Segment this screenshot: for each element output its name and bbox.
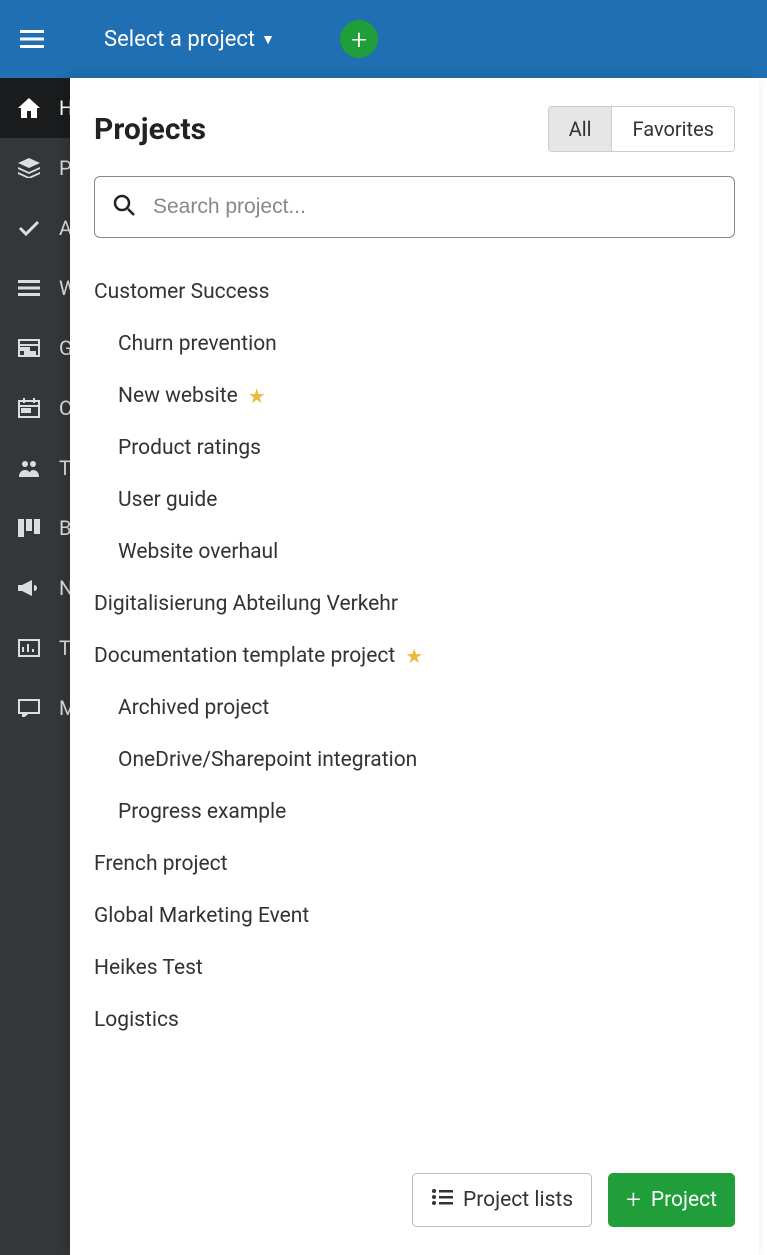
check-icon <box>17 219 41 237</box>
sidebar-item-messages[interactable]: M <box>0 678 70 738</box>
project-item[interactable]: Documentation template project ★ <box>94 630 735 682</box>
sidebar-item-label: A <box>59 216 70 240</box>
project-item-label: Archived project <box>118 696 269 720</box>
team-icon <box>17 459 41 477</box>
project-selector[interactable]: Select a project ▼ <box>104 27 275 52</box>
sidebar-item-calendar[interactable]: C <box>0 378 70 438</box>
new-project-button[interactable]: + Project <box>608 1173 735 1227</box>
sidebar: H P A W G C T B N T M <box>0 78 70 1255</box>
sidebar-item-label: T <box>59 456 70 480</box>
project-item-label: Digitalisierung Abteilung Verkehr <box>94 592 398 616</box>
topbar: Select a project ▼ + <box>0 0 767 78</box>
plus-icon: + <box>626 1185 641 1215</box>
popover-header: Projects All Favorites <box>70 78 759 164</box>
project-item[interactable]: Global Marketing Event <box>94 890 735 942</box>
list-icon <box>17 280 41 296</box>
project-item-label: Website overhaul <box>118 540 278 564</box>
search-icon <box>113 194 135 220</box>
chart-icon <box>17 639 41 657</box>
menu-toggle[interactable] <box>20 30 44 48</box>
search-input[interactable] <box>153 195 716 219</box>
sidebar-item-label: W <box>59 276 70 300</box>
project-item-label: Global Marketing Event <box>94 904 309 928</box>
project-item[interactable]: French project <box>94 838 735 890</box>
project-item-label: Heikes Test <box>94 956 203 980</box>
sidebar-item-time[interactable]: T <box>0 618 70 678</box>
sidebar-item-gantt[interactable]: G <box>0 318 70 378</box>
filter-tab-all[interactable]: All <box>549 107 613 151</box>
project-item-label: Progress example <box>118 800 286 824</box>
project-item[interactable]: Digitalisierung Abteilung Verkehr <box>94 578 735 630</box>
star-icon: ★ <box>248 384 266 408</box>
board-icon <box>17 519 41 537</box>
projects-popover: Projects All Favorites Customer SuccessC… <box>70 78 759 1255</box>
sidebar-item-work[interactable]: W <box>0 258 70 318</box>
sidebar-item-projects[interactable]: P <box>0 138 70 198</box>
hamburger-icon <box>20 30 44 48</box>
project-list: Customer Success Churn prevention New webs… <box>70 252 759 1157</box>
sidebar-item-boards[interactable]: B <box>0 498 70 558</box>
project-item-label: Customer Success <box>94 280 269 304</box>
new-project-label: Project <box>651 1188 717 1212</box>
sidebar-item-label: M <box>59 696 70 720</box>
project-item[interactable]: Churn prevention <box>94 318 735 370</box>
plus-icon: + <box>351 23 367 56</box>
sidebar-item-label: P <box>59 156 70 180</box>
search-box[interactable] <box>94 176 735 238</box>
project-item[interactable]: New website ★ <box>94 370 735 422</box>
project-item[interactable]: Progress example <box>94 786 735 838</box>
megaphone-icon <box>17 579 41 597</box>
filter-tabs: All Favorites <box>548 106 735 152</box>
project-selector-label: Select a project <box>104 27 255 52</box>
sidebar-item-label: C <box>59 396 70 420</box>
popover-footer: Project lists + Project <box>70 1157 759 1255</box>
star-icon: ★ <box>405 644 423 668</box>
project-item[interactable]: Website overhaul <box>94 526 735 578</box>
project-lists-button[interactable]: Project lists <box>412 1173 592 1227</box>
project-item-label: Churn prevention <box>118 332 277 356</box>
project-item[interactable]: Logistics <box>94 994 735 1046</box>
project-lists-label: Project lists <box>463 1188 573 1212</box>
search-wrap <box>70 164 759 252</box>
calendar-icon <box>17 398 41 418</box>
project-item-label: Logistics <box>94 1008 179 1032</box>
sidebar-item-news[interactable]: N <box>0 558 70 618</box>
add-button[interactable]: + <box>340 20 378 58</box>
sidebar-item-home[interactable]: H <box>0 78 70 138</box>
project-item-label: OneDrive/Sharepoint integration <box>118 748 417 772</box>
sidebar-item-label: G <box>59 336 70 360</box>
project-item-label: Documentation template project <box>94 644 395 668</box>
popover-title: Projects <box>94 112 206 147</box>
sidebar-item-label: H <box>59 96 70 120</box>
project-item-label: French project <box>94 852 227 876</box>
sidebar-item-label: T <box>59 636 70 660</box>
sidebar-item-label: B <box>59 516 70 540</box>
chat-icon <box>17 699 41 717</box>
project-item[interactable]: User guide <box>94 474 735 526</box>
project-item[interactable]: Heikes Test <box>94 942 735 994</box>
project-item[interactable]: Product ratings <box>94 422 735 474</box>
project-item-label: New website <box>118 384 238 408</box>
gantt-icon <box>17 339 41 357</box>
filter-tab-favorites[interactable]: Favorites <box>612 107 734 151</box>
project-item[interactable]: OneDrive/Sharepoint integration <box>94 734 735 786</box>
project-item-label: Product ratings <box>118 436 261 460</box>
caret-down-icon: ▼ <box>261 31 275 48</box>
sidebar-item-label: N <box>59 576 70 600</box>
sidebar-item-team[interactable]: T <box>0 438 70 498</box>
project-item[interactable]: Customer Success <box>94 266 735 318</box>
home-icon <box>17 98 41 118</box>
list-icon <box>431 1188 453 1212</box>
layers-icon <box>17 158 41 178</box>
project-item-label: User guide <box>118 488 217 512</box>
sidebar-item-activity[interactable]: A <box>0 198 70 258</box>
project-item[interactable]: Archived project <box>94 682 735 734</box>
